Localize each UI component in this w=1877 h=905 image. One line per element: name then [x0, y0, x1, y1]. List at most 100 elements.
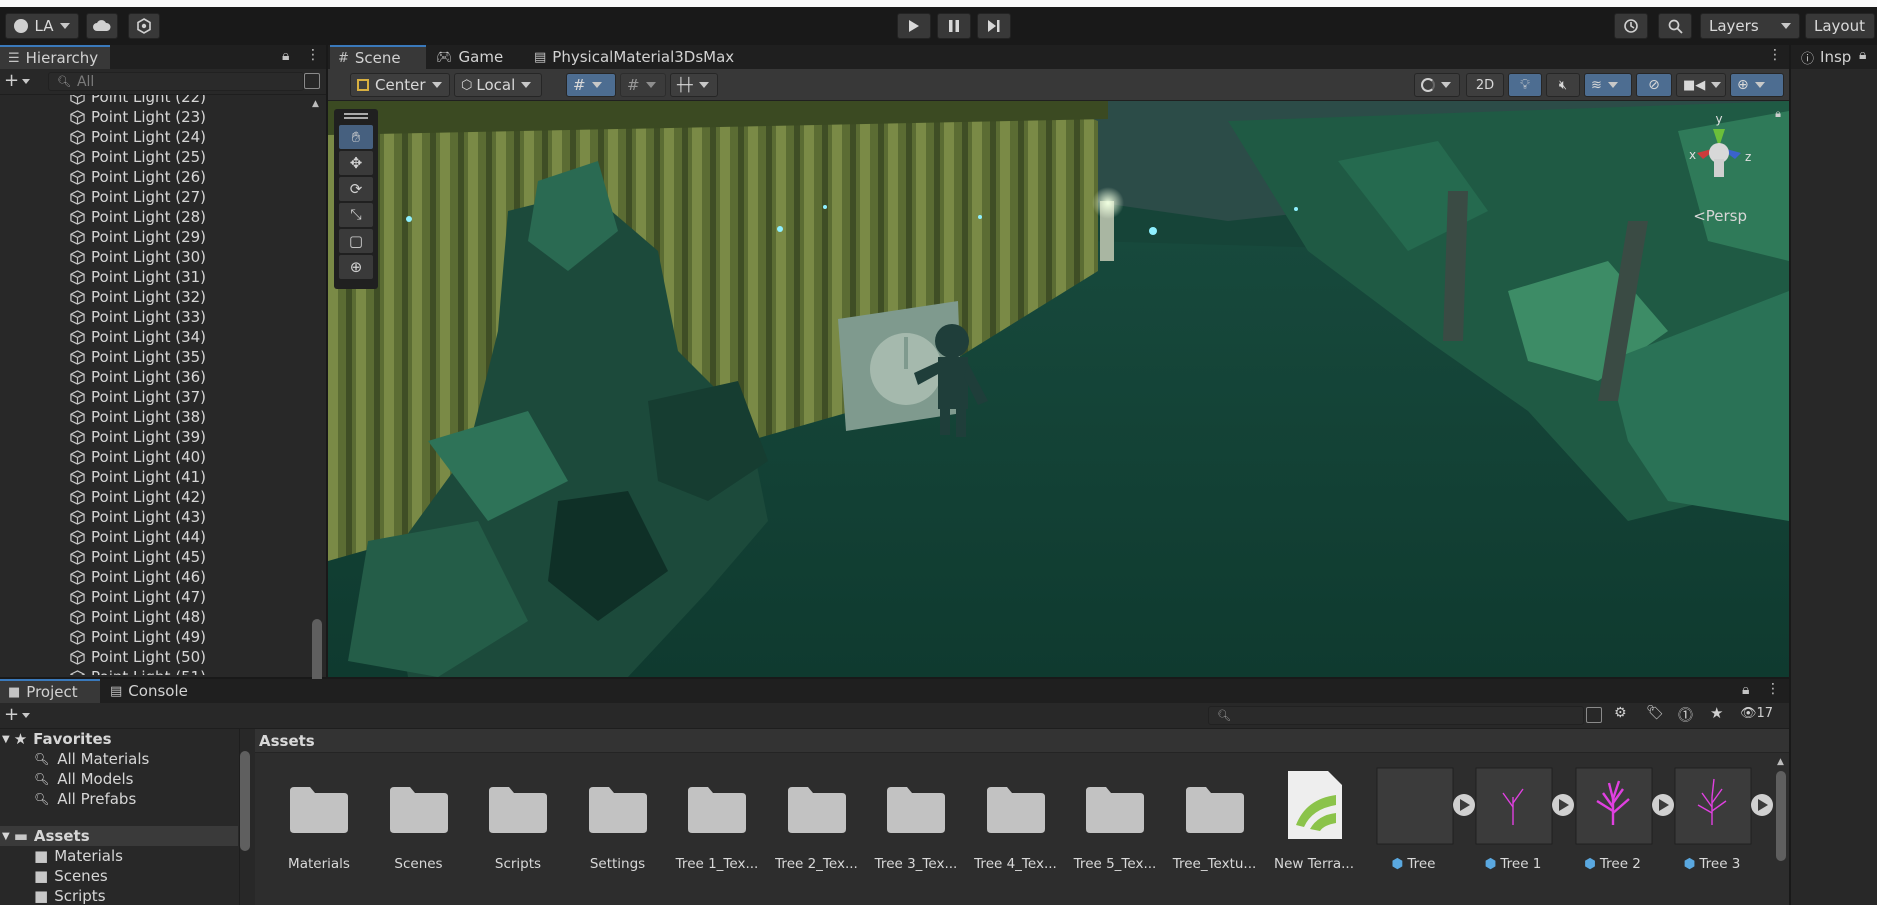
perspective-label[interactable]: <Persp — [1693, 207, 1747, 225]
hierarchy-item[interactable]: Point Light (22) — [70, 95, 206, 107]
hierarchy-item[interactable]: Point Light (28) — [70, 207, 206, 227]
folder-item[interactable]: ■ Scenes — [34, 866, 108, 886]
asset-folder[interactable]: Materials — [269, 765, 369, 875]
visibility-count[interactable]: 👁︎17 — [1740, 706, 1773, 721]
asset-folder[interactable]: Scenes — [369, 765, 469, 875]
filter-by-type-icon[interactable]: ⚙︎ — [1614, 705, 1627, 721]
camera-dropdown[interactable]: ■◀ — [1676, 73, 1726, 97]
tab-physical-material[interactable]: ▤ PhysicalMaterial3DsMax — [526, 45, 746, 69]
search-button[interactable] — [1658, 13, 1692, 39]
create-button[interactable]: + — [4, 706, 31, 724]
hierarchy-item[interactable]: Point Light (35) — [70, 347, 206, 367]
increment-snap-toggle[interactable]: # — [620, 73, 666, 97]
warning-filter-icon[interactable]: ⓵ — [1678, 704, 1693, 725]
folder-item[interactable]: ■ Materials — [34, 846, 123, 866]
hierarchy-item[interactable]: Point Light (29) — [70, 227, 206, 247]
tab-scene[interactable]: # Scene — [330, 45, 426, 69]
hierarchy-item[interactable]: Point Light (51) — [70, 667, 206, 675]
favorite-item[interactable]: 🔍︎ All Models — [34, 769, 133, 789]
favorite-star-icon[interactable]: ★ — [1710, 704, 1723, 722]
hierarchy-item[interactable]: Point Light (48) — [70, 607, 206, 627]
hierarchy-item[interactable]: Point Light (33) — [70, 307, 206, 327]
scroll-up-icon[interactable]: ▲ — [1777, 757, 1784, 767]
breadcrumb[interactable]: Assets — [259, 732, 315, 750]
tab-inspector[interactable]: ⓘ Insp — [1791, 45, 1855, 69]
rotate-tool[interactable]: ⟳ — [339, 177, 373, 201]
tree-scroll-thumb[interactable] — [240, 751, 250, 851]
asset-folder[interactable]: Tree 4_Tex... — [966, 765, 1066, 875]
shading-mode-dropdown[interactable] — [1414, 73, 1460, 97]
asset-folder[interactable]: Tree 3_Tex... — [866, 765, 966, 875]
asset-terrain[interactable]: New Terra... — [1264, 765, 1364, 875]
lock-icon[interactable]: 🔒︎ — [1742, 682, 1749, 698]
cloud-button[interactable] — [86, 13, 118, 39]
favorite-item[interactable]: 🔍︎ All Materials — [34, 749, 149, 769]
hierarchy-item[interactable]: Point Light (46) — [70, 567, 206, 587]
hierarchy-item[interactable]: Point Light (34) — [70, 327, 206, 347]
assets-root[interactable]: ▼ ▬ Assets — [0, 826, 238, 846]
layers-dropdown[interactable]: Layers — [1700, 13, 1800, 39]
folder-item[interactable]: ■ Scripts — [34, 886, 106, 905]
pause-button[interactable] — [937, 13, 971, 39]
asset-folder[interactable]: Tree 2_Tex... — [767, 765, 867, 875]
scene-filter-icon[interactable] — [304, 73, 320, 89]
lock-icon[interactable]: 🔒︎ — [282, 48, 289, 64]
hierarchy-item[interactable]: Point Light (42) — [70, 487, 206, 507]
account-dropdown[interactable]: LA — [5, 13, 79, 39]
play-button[interactable] — [897, 13, 931, 39]
tab-hierarchy[interactable]: ☰ Hierarchy — [0, 45, 110, 69]
hierarchy-item[interactable]: Point Light (44) — [70, 527, 206, 547]
hierarchy-item[interactable]: Point Light (45) — [70, 547, 206, 567]
tab-project[interactable]: ■ Project — [0, 679, 100, 703]
rect-tool[interactable]: ▢ — [339, 229, 373, 253]
filter-by-label-icon[interactable]: 🏷︎ — [1646, 705, 1664, 721]
hierarchy-item[interactable]: Point Light (41) — [70, 467, 206, 487]
ruler-toggle[interactable]: ┼┼ — [670, 73, 718, 97]
pivot-local-dropdown[interactable]: ⬡ Local — [454, 73, 542, 97]
hierarchy-item[interactable]: Point Light (24) — [70, 127, 206, 147]
gizmo-lock-icon[interactable]: 🔒︎ — [1775, 107, 1781, 121]
hierarchy-search-input[interactable]: 🔍︎ All — [48, 72, 304, 91]
hierarchy-item[interactable]: Point Light (32) — [70, 287, 206, 307]
hierarchy-item[interactable]: Point Light (23) — [70, 107, 206, 127]
hand-tool[interactable]: ✋︎ — [339, 125, 373, 149]
asset-prefab[interactable]: ⬢ Tree 2 — [1563, 765, 1674, 875]
hierarchy-item[interactable]: Point Light (39) — [70, 427, 206, 447]
asset-folder[interactable]: Scripts — [468, 765, 568, 875]
tab-console[interactable]: ▤ Console — [102, 679, 202, 703]
hierarchy-item[interactable]: Point Light (50) — [70, 647, 206, 667]
mode-2d-toggle[interactable]: 2D — [1466, 73, 1504, 97]
audio-toggle[interactable]: 🔇︎ — [1546, 73, 1580, 97]
asset-prefab[interactable]: ⬢ Tree — [1364, 765, 1475, 875]
visibility-toggle[interactable]: ⊘ — [1636, 73, 1672, 97]
palette-drag-handle[interactable] — [344, 113, 368, 119]
transform-tool[interactable]: ⊕ — [339, 255, 373, 279]
grid-snap-toggle[interactable]: # — [566, 73, 616, 97]
hierarchy-item[interactable]: Point Light (27) — [70, 187, 206, 207]
scene-viewport[interactable]: y x z 🔒︎ <Persp ✋︎ ✥ ⟳ ⤡ ▢ ⊕ — [328, 101, 1789, 677]
hierarchy-item[interactable]: Point Light (47) — [70, 587, 206, 607]
asset-folder[interactable]: Tree 5_Tex... — [1065, 765, 1165, 875]
orientation-gizmo[interactable]: y x z — [1677, 113, 1761, 189]
collab-button[interactable] — [128, 13, 160, 39]
asset-prefab[interactable]: ⬢ Tree 3 — [1662, 765, 1773, 875]
hierarchy-item[interactable]: Point Light (30) — [70, 247, 206, 267]
scale-tool[interactable]: ⤡ — [339, 203, 373, 227]
asset-folder[interactable]: Settings — [568, 765, 668, 875]
scroll-up-icon[interactable]: ▲ — [312, 99, 319, 109]
favorite-item[interactable]: 🔍︎ All Prefabs — [34, 789, 136, 809]
layout-dropdown[interactable]: Layout — [1805, 13, 1875, 39]
asset-prefab[interactable]: ⬢ Tree 1 — [1463, 765, 1574, 875]
step-button[interactable] — [977, 13, 1011, 39]
favorites-header[interactable]: ▼ ★ Favorites — [2, 729, 112, 749]
effects-dropdown[interactable]: ≋ — [1584, 73, 1632, 97]
hierarchy-item[interactable]: Point Light (49) — [70, 627, 206, 647]
move-tool[interactable]: ✥ — [339, 151, 373, 175]
hierarchy-item[interactable]: Point Light (38) — [70, 407, 206, 427]
more-options-icon[interactable]: ⋮ — [1766, 681, 1780, 697]
lock-icon[interactable]: 🔒︎ — [1859, 47, 1866, 63]
asset-folder[interactable]: Tree 1_Tex... — [667, 765, 767, 875]
more-options-icon[interactable]: ⋮ — [1768, 47, 1782, 63]
hierarchy-item[interactable]: Point Light (37) — [70, 387, 206, 407]
tree-scrollbar[interactable] — [240, 735, 250, 905]
